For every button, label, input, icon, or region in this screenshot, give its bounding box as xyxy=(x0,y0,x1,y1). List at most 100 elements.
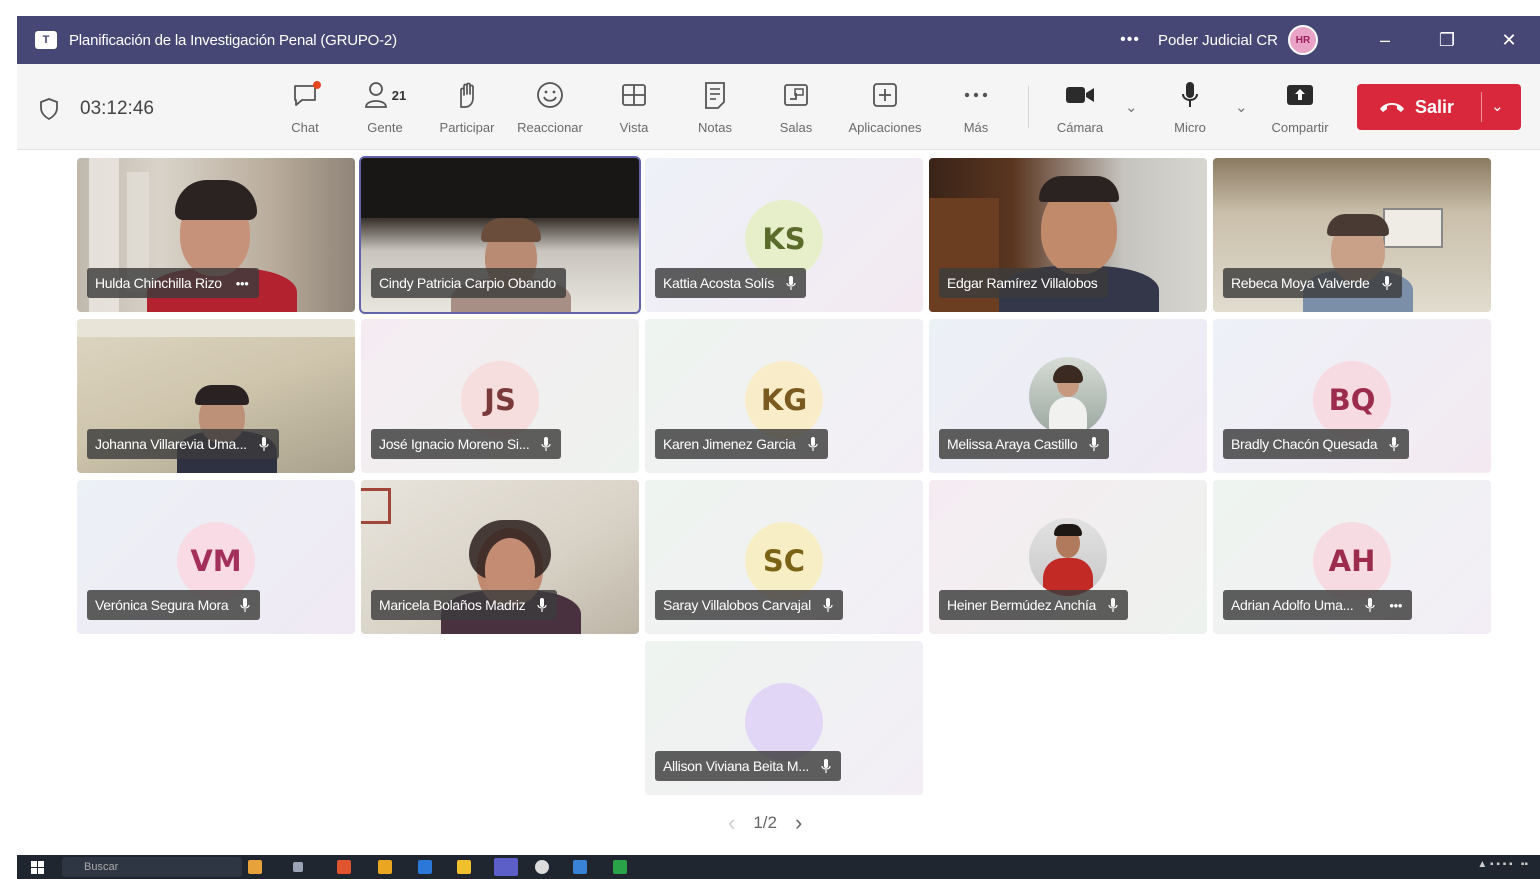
raise-hand-button[interactable]: Participar xyxy=(425,78,509,140)
leave-button[interactable]: Salir ⌄ xyxy=(1357,84,1521,130)
previous-page-chevron-icon[interactable]: ‹ xyxy=(728,810,735,836)
participant-tile[interactable]: Melissa Araya Castillo xyxy=(929,319,1207,473)
microphone-options-chevron-icon[interactable]: ⌄ xyxy=(1235,98,1248,116)
participant-name: Kattia Acosta Solís xyxy=(663,275,775,291)
participant-tile[interactable]: Cindy Patricia Carpio Obando xyxy=(359,156,641,314)
participant-tile[interactable]: VM Verónica Segura Mora xyxy=(77,480,355,634)
participant-tile[interactable]: KG Karen Jimenez Garcia xyxy=(645,319,923,473)
mic-muted-icon xyxy=(537,598,547,612)
breakout-rooms-label: Salas xyxy=(779,120,813,135)
participant-tile[interactable]: Heiner Bermúdez Anchía xyxy=(929,480,1207,634)
taskbar-search-input[interactable]: Buscar xyxy=(62,857,242,877)
microphone-button[interactable]: Micro xyxy=(1148,78,1232,140)
participant-more-icon[interactable]: ••• xyxy=(236,276,249,291)
breakout-rooms-button[interactable]: Salas xyxy=(754,78,838,140)
people-button[interactable]: 21 Gente xyxy=(343,78,427,140)
shield-icon[interactable] xyxy=(39,98,59,120)
leave-options-chevron-icon[interactable]: ⌄ xyxy=(1491,97,1504,115)
taskbar-app-icon[interactable] xyxy=(613,860,627,874)
system-tray[interactable]: ▲ ▪ ▪ ▪ ▪ ▪▪ xyxy=(1477,859,1528,870)
participant-tile[interactable]: Edgar Ramírez Villalobos xyxy=(929,158,1207,312)
participant-tile[interactable]: Rebeca Moya Valverde xyxy=(1213,158,1491,312)
gallery-pager: ‹ 1/2 › xyxy=(728,810,802,836)
participant-nameplate: Kattia Acosta Solís xyxy=(655,268,807,298)
apps-label: Aplicaciones xyxy=(848,120,922,135)
people-count: 21 xyxy=(391,87,407,103)
apps-button[interactable]: Aplicaciones xyxy=(843,78,927,140)
taskbar-app-icon[interactable] xyxy=(573,860,587,874)
notes-button[interactable]: Notas xyxy=(673,78,757,140)
meeting-timer: 03:12:46 xyxy=(80,98,154,119)
video-gallery: Hulda Chinchilla Rizo ••• Cindy Patricia… xyxy=(17,150,1540,855)
more-options-button[interactable]: ••• xyxy=(1120,31,1140,49)
participant-tile[interactable]: BQ Bradly Chacón Quesada xyxy=(1213,319,1491,473)
camera-icon xyxy=(1066,87,1094,103)
taskbar-app-icon[interactable] xyxy=(418,860,432,874)
participant-avatar: AH xyxy=(1313,522,1391,600)
meeting-title: Planificación de la Investigación Penal … xyxy=(69,31,397,49)
participant-name: Adrian Adolfo Uma... xyxy=(1231,597,1354,613)
participant-name: Rebeca Moya Valverde xyxy=(1231,275,1370,291)
more-button[interactable]: Más xyxy=(934,78,1018,140)
participant-avatar: BQ xyxy=(1313,361,1391,439)
participant-name: Melissa Araya Castillo xyxy=(947,436,1078,452)
organization-name[interactable]: Poder Judicial CR xyxy=(1158,32,1278,49)
user-avatar[interactable]: HR xyxy=(1288,25,1318,55)
teams-taskbar-icon[interactable] xyxy=(494,858,518,876)
share-label: Compartir xyxy=(1271,120,1329,135)
more-label: Más xyxy=(963,120,989,135)
participant-tile[interactable]: AH Adrian Adolfo Uma... ••• xyxy=(1213,480,1491,634)
participant-tile[interactable]: Maricela Bolaños Madriz xyxy=(361,480,639,634)
participant-tile[interactable]: KS Kattia Acosta Solís xyxy=(645,158,923,312)
mic-muted-icon xyxy=(240,598,250,612)
mic-muted-icon xyxy=(1108,598,1118,612)
file-explorer-icon[interactable] xyxy=(457,860,471,874)
mic-muted-icon xyxy=(821,759,831,773)
participant-tile[interactable]: JS José Ignacio Moreno Si... xyxy=(361,319,639,473)
participant-tile[interactable]: SC Saray Villalobos Carvajal xyxy=(645,480,923,634)
share-button[interactable]: Compartir xyxy=(1258,78,1342,140)
participant-tile[interactable]: Johanna Villarevia Uma... xyxy=(77,319,355,473)
participant-nameplate: Rebeca Moya Valverde xyxy=(1223,268,1402,298)
participant-nameplate: Hulda Chinchilla Rizo ••• xyxy=(87,268,259,298)
task-view-icon[interactable] xyxy=(293,862,303,872)
participant-more-icon[interactable]: ••• xyxy=(1389,598,1402,613)
taskbar-app-icon[interactable] xyxy=(378,860,392,874)
participant-nameplate: Heiner Bermúdez Anchía xyxy=(939,590,1129,620)
windows-taskbar: Buscar ▲ ▪ ▪ ▪ ▪ ▪▪ xyxy=(17,855,1540,879)
participant-tile[interactable]: Hulda Chinchilla Rizo ••• xyxy=(77,158,355,312)
mic-muted-icon xyxy=(1389,437,1399,451)
participant-name: Karen Jimenez Garcia xyxy=(663,436,796,452)
mic-muted-icon xyxy=(259,437,269,451)
participant-avatar: KS xyxy=(745,200,823,278)
mic-muted-icon xyxy=(541,437,552,451)
taskbar-app-icon[interactable] xyxy=(248,860,262,874)
teams-logo-icon: T xyxy=(35,31,57,49)
taskbar-app-icon[interactable] xyxy=(535,860,549,874)
windows-start-icon[interactable] xyxy=(31,861,44,874)
camera-button[interactable]: Cámara xyxy=(1038,78,1122,140)
participant-nameplate: Verónica Segura Mora xyxy=(87,590,261,620)
chat-button[interactable]: Chat xyxy=(263,78,347,140)
raise-hand-label: Participar xyxy=(439,120,495,135)
mic-muted-icon xyxy=(807,437,818,451)
taskbar-app-icon[interactable] xyxy=(337,860,351,874)
participant-photo xyxy=(1029,518,1107,596)
view-button[interactable]: Vista xyxy=(592,78,676,140)
participant-name: Johanna Villarevia Uma... xyxy=(95,436,247,452)
participant-nameplate: Maricela Bolaños Madriz xyxy=(371,590,558,620)
next-page-chevron-icon[interactable]: › xyxy=(795,810,802,836)
page-indicator: 1/2 xyxy=(753,813,777,832)
close-button[interactable]: ✕ xyxy=(1478,30,1540,51)
camera-options-chevron-icon[interactable]: ⌄ xyxy=(1125,98,1138,116)
people-label: Gente xyxy=(367,120,403,135)
participant-avatar: SC xyxy=(745,522,823,600)
participant-nameplate: Melissa Araya Castillo xyxy=(939,429,1110,459)
chat-label: Chat xyxy=(291,120,319,135)
react-button[interactable]: Reaccionar xyxy=(508,78,592,140)
restore-button[interactable]: ❐ xyxy=(1416,30,1478,51)
participant-tile[interactable]: Allison Viviana Beita M... xyxy=(645,641,923,795)
minimize-button[interactable]: – xyxy=(1354,30,1416,51)
mic-muted-icon xyxy=(786,276,796,290)
participant-name: Heiner Bermúdez Anchía xyxy=(947,597,1097,613)
